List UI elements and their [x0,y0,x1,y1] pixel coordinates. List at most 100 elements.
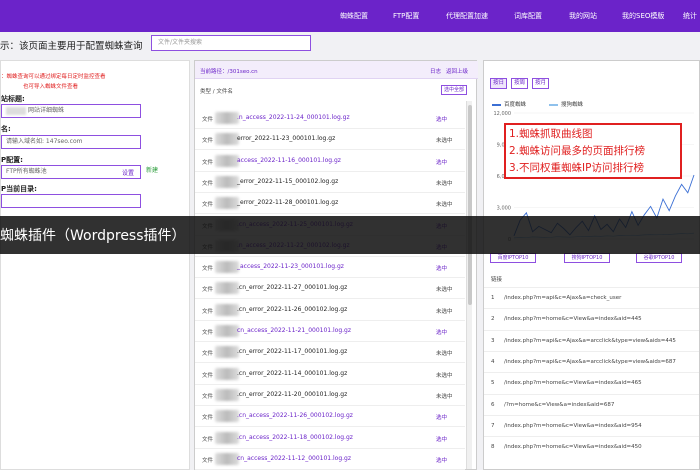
file-select-status[interactable]: 选中 [436,435,447,443]
file-select-status[interactable]: 未选中 [436,392,453,400]
file-row[interactable]: 文件 .cn_error_2022-11-17_000101.log.gz 未选中 [195,342,465,364]
url-rank-index: 5 [491,380,495,387]
tab-by-month[interactable]: 按月 [532,78,549,89]
file-name[interactable]: .cn_error_2022-11-27_000101.log.gz [237,284,347,291]
blurred-region [215,410,239,423]
tab-google-ip-top10[interactable]: 谷歌IPTOP10 [636,253,682,263]
file-row[interactable]: 文件 cn_access_2022-11-12_000101.log.gz 选中 [195,449,465,470]
file-select-status[interactable]: 选中 [436,264,447,272]
file-row[interactable]: 文件 .cn_error_2022-11-20_000101.log.gz 未选中 [195,385,465,406]
nav-stats[interactable]: 统计 [683,11,697,21]
tab-by-day[interactable]: 按日 [490,78,507,89]
file-type: 文件 [202,436,214,443]
url-rank-link[interactable]: /index.php?m=home&c=View&a=index&aid=465 [504,380,642,386]
file-name[interactable]: error_2022-11-23_000101.log.gz [237,135,335,142]
url-rank-index: 6 [491,401,495,408]
file-name[interactable]: cn_access_2022-11-12_000101.log.gz [237,455,351,462]
file-type: 文件 [202,159,214,166]
ftp-select[interactable]: FTP所有蜘蛛池 [1,165,141,179]
file-name[interactable]: .cn_access_2022-11-26_000102.log.gz [237,412,353,419]
file-row[interactable]: 文件 .cn_access_2022-11-18_000102.log.gz 选中 [195,428,465,449]
url-rank-link[interactable]: /index.php?m=api&c=Ajax&a=arcclick&type=… [504,338,676,344]
file-name[interactable]: .cn_error_2022-11-20_000101.log.gz [237,391,347,398]
tab-sogou-ip-top10[interactable]: 搜狗IPTOP10 [564,253,610,263]
blurred-region [215,197,239,210]
file-search-input[interactable]: 文件/文件夹搜索 [151,35,311,51]
file-select-status[interactable]: 选中 [436,328,447,336]
domain-input[interactable]: 请输入域名如: 147seo.com [1,135,141,149]
url-rank-link[interactable]: /?m=home&c=View&a=index&aid=687 [504,402,614,408]
url-rank-link[interactable]: /index.php?m=api&c=Ajax&a=check_user [504,295,621,301]
url-rank-link[interactable]: /index.php?m=api&c=Ajax&a=arcclick&type=… [504,359,676,365]
file-name[interactable]: cn_access_2022-11-21_000101.log.gz [237,327,351,334]
url-rank-row: 2/index.php?m=home&c=View&a=index&aid=44… [484,308,699,329]
blurred-region [6,106,26,115]
file-row[interactable]: 文件 .cn_access_2022-11-26_000102.log.gz 选中 [195,406,465,428]
file-select-status[interactable]: 未选中 [436,349,453,357]
file-select-status[interactable]: 未选中 [436,307,453,315]
file-row[interactable]: 文件 .n_access_2022-11-24_000101.log.gz 选中 [195,108,465,129]
file-select-status[interactable]: 未选中 [436,200,453,208]
file-type: 文件 [202,266,214,273]
file-list-scrollbar[interactable] [466,101,472,469]
file-select-status[interactable]: 未选中 [436,136,453,144]
file-row[interactable]: 文件 _access_2022-11-23_000101.log.gz 选中 [195,257,465,279]
nav-spider-config[interactable]: 蜘蛛配置 [340,11,368,21]
ftp-settings-link[interactable]: 设置 [122,168,134,177]
file-select-status[interactable]: 选中 [436,158,447,166]
ftp-new-link[interactable]: 新建 [146,165,158,174]
banner-text: 蜘蛛插件（Wordpress插件） [0,228,186,244]
nav-ftp-config[interactable]: FTP配置 [393,11,419,21]
nav-proxy-config[interactable]: 代理配置加速 [446,11,488,21]
page-title: 示：该页面主要用于配置蜘蛛查询 [0,41,143,52]
blurred-region [215,154,239,167]
file-row[interactable]: 文件 _error_2022-11-15_000102.log.gz 未选中 [195,172,465,193]
file-select-status[interactable]: 未选中 [436,285,453,293]
nav-lexicon-config[interactable]: 词库配置 [514,11,542,21]
file-name[interactable]: _error_2022-11-28_000101.log.gz [237,199,338,206]
nav-my-sites[interactable]: 我的网站 [569,11,597,21]
current-dir-label: P当前目录: [1,185,37,193]
tab-by-week[interactable]: 按周 [511,78,528,89]
site-title-label: 站标题: [1,95,25,103]
file-select-status[interactable]: 未选中 [436,179,453,187]
legend-swatch-sogou [549,103,558,106]
file-name[interactable]: access_2022-11-16_000101.log.gz [237,157,341,164]
url-rank-link[interactable]: /index.php?m=home&c=View&a=index&aid=954 [504,423,642,429]
tab-baidu-ip-top10[interactable]: 百度IPTOP10 [490,253,536,263]
url-rank-link[interactable]: /index.php?m=home&c=View&a=index&aid=445 [504,316,642,322]
file-name[interactable]: .cn_error_2022-11-17_000101.log.gz [237,348,347,355]
select-all-button[interactable]: 选中全部 [441,85,467,95]
blurred-region [215,388,239,401]
file-name[interactable]: .cn_error_2022-11-14_000101.log.gz [237,370,347,377]
log-link[interactable]: 日志 [430,67,441,75]
file-type: 文件 [202,287,214,294]
file-row[interactable]: 文件 cn_access_2022-11-21_000101.log.gz 选中 [195,321,465,342]
file-name[interactable]: .n_access_2022-11-24_000101.log.gz [237,114,350,121]
file-row[interactable]: 文件 .cn_error_2022-11-14_000101.log.gz 未选中 [195,364,465,385]
file-select-status[interactable]: 选中 [436,413,447,421]
scrollbar-thumb[interactable] [468,105,472,305]
url-rank-row: 8/index.php?m=home&c=View&a=index&aid=45… [484,436,699,457]
file-row[interactable]: 文件 .cn_error_2022-11-26_000102.log.gz 未选中 [195,300,465,321]
file-row[interactable]: 文件 access_2022-11-16_000101.log.gz 选中 [195,151,465,172]
site-title-input[interactable]: 网站详细蜘蛛 [1,104,141,118]
file-row[interactable]: 文件 error_2022-11-23_000101.log.gz 未选中 [195,129,465,151]
stats-panel: 按日 按周 按月 百度蜘蛛 搜狗蜘蛛 12,0009,0006,0003,000… [483,60,700,470]
y-tick-label: 3,000 [497,206,511,212]
nav-seo-templates[interactable]: 我的SEO模版 [622,11,664,21]
file-select-status[interactable]: 未选中 [436,371,453,379]
file-name[interactable]: _access_2022-11-23_000101.log.gz [237,263,344,270]
file-name[interactable]: .cn_access_2022-11-18_000102.log.gz [237,434,353,441]
file-name[interactable]: _error_2022-11-15_000102.log.gz [237,178,338,185]
file-row[interactable]: 文件 _error_2022-11-28_000101.log.gz 未选中 [195,193,465,215]
file-select-status[interactable]: 选中 [436,456,447,464]
file-type: 文件 [202,372,214,379]
back-link[interactable]: 返回上级 [446,67,468,75]
legend-swatch-baidu [492,103,501,106]
current-dir-input[interactable] [1,194,141,208]
file-select-status[interactable]: 选中 [436,115,447,123]
url-rank-link[interactable]: /index.php?m=home&c=View&a=index&aid=450 [504,444,642,450]
file-row[interactable]: 文件 .cn_error_2022-11-27_000101.log.gz 未选中 [195,278,465,300]
file-name[interactable]: .cn_error_2022-11-26_000102.log.gz [237,306,347,313]
